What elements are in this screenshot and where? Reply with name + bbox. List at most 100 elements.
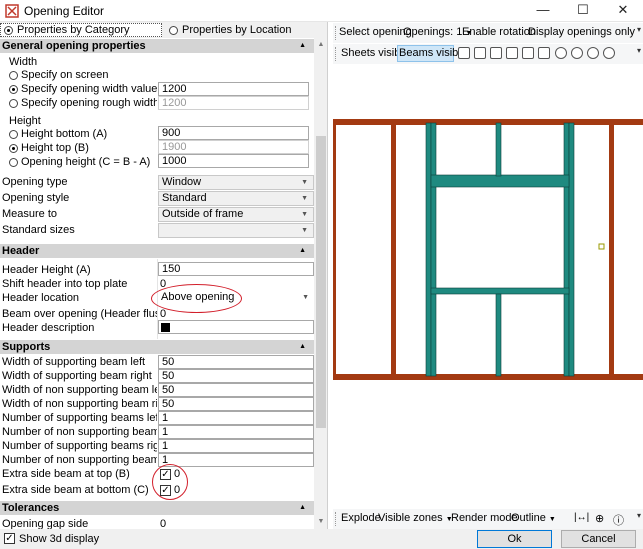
crosshair-icon[interactable]: ⊕: [595, 512, 604, 525]
support-row-label: Number of non supporting beams left (D2): [2, 426, 157, 438]
section-general[interactable]: General opening properties ▲: [0, 39, 314, 53]
info-icon[interactable]: ⓘ: [613, 512, 624, 528]
select-opening-button[interactable]: Select opening: [339, 26, 412, 38]
minimize-button[interactable]: —: [523, 0, 563, 22]
beams-visible-button[interactable]: Beams visible: [399, 47, 467, 59]
tab-label: Properties by Location: [182, 24, 292, 36]
opening-style-select[interactable]: Standard ▼: [158, 191, 314, 206]
non-supporting-beam-left: [430, 122, 437, 377]
height-bottom-input[interactable]: 900: [158, 126, 309, 140]
section-title: Supports: [2, 341, 51, 353]
view-back-icon[interactable]: [474, 47, 486, 59]
3d-viewport[interactable]: [333, 117, 643, 515]
vertical-scrollbar[interactable]: ▲ ▼: [314, 38, 327, 529]
visible-zones-label: Visible zones: [378, 512, 443, 524]
section-header[interactable]: Header ▲: [0, 244, 314, 258]
support-row-input[interactable]: 50: [158, 383, 314, 397]
view-left-icon[interactable]: [490, 47, 502, 59]
select-value: Standard: [162, 192, 207, 204]
radio-icon: [9, 70, 18, 80]
maximize-button[interactable]: ☐: [563, 0, 603, 22]
beam-over-value[interactable]: 0: [160, 308, 166, 320]
radio-label: Specify opening width value: [21, 83, 158, 95]
collapse-icon: ▲: [299, 504, 306, 511]
enable-rotation-button[interactable]: Enable rotation: [462, 26, 536, 38]
scroll-up-icon[interactable]: ▲: [314, 38, 327, 52]
radio-label: Height top (B): [21, 142, 89, 154]
top-plate: [333, 119, 643, 125]
iso-view-2-icon[interactable]: [571, 47, 583, 59]
measure-to-label: Measure to: [2, 208, 58, 220]
standard-sizes-select[interactable]: ▼: [158, 223, 314, 238]
stud-left: [333, 119, 336, 380]
support-row-input[interactable]: 1: [158, 453, 314, 467]
opening-style-label: Opening style: [2, 192, 70, 204]
color-swatch-icon: [161, 323, 170, 332]
gap-side-value[interactable]: 0: [160, 518, 166, 529]
radio-label: Height bottom (A): [21, 128, 108, 140]
section-title: General opening properties: [2, 40, 146, 52]
iso-view-1-icon[interactable]: [555, 47, 567, 59]
radio-height-top[interactable]: Height top (B): [9, 142, 89, 154]
ok-button[interactable]: Ok: [477, 530, 552, 548]
tab-label: Properties by Category: [17, 24, 130, 36]
toolbar-overflow-icon[interactable]: ▾: [637, 46, 641, 55]
radio-label: Specify opening rough width value: [21, 97, 157, 109]
scroll-down-icon[interactable]: ▼: [314, 515, 327, 529]
tab-properties-by-location[interactable]: Properties by Location: [166, 23, 326, 37]
width-value-input[interactable]: 1200: [158, 82, 309, 96]
iso-view-3-icon[interactable]: [587, 47, 599, 59]
support-row-input[interactable]: 1: [158, 411, 314, 425]
close-button[interactable]: ✕: [603, 0, 643, 22]
section-tolerances[interactable]: Tolerances ▲: [0, 501, 314, 515]
show-3d-checkbox[interactable]: ✓: [4, 533, 15, 544]
radio-height-bottom[interactable]: Height bottom (A): [9, 128, 107, 140]
support-row-input[interactable]: 1: [158, 439, 314, 453]
support-row-input[interactable]: 1: [158, 425, 314, 439]
chevron-down-icon: ▼: [548, 516, 556, 523]
support-row-input[interactable]: 50: [158, 355, 314, 369]
radio-specify-width-value[interactable]: Specify opening width value: [9, 83, 157, 95]
view-top-icon[interactable]: [522, 47, 534, 59]
radio-specify-on-screen[interactable]: Specify on screen: [9, 69, 108, 81]
visible-zones-dropdown[interactable]: Visible zones ▼: [378, 512, 453, 524]
toolbar-grip[interactable]: [335, 512, 338, 526]
toolbar-grip[interactable]: [335, 26, 338, 40]
view-bottom-icon[interactable]: [538, 47, 550, 59]
toolbar-bottom: Explode Visible zones ▼ Render mode Outl…: [333, 509, 643, 529]
chevron-down-icon: ▼: [301, 179, 308, 186]
toolbar-visibility: Sheets visible Beams visible ▾: [333, 44, 643, 64]
measure-icon[interactable]: |↔|: [574, 512, 589, 523]
header-description-input[interactable]: [158, 320, 314, 334]
radio-icon: [9, 129, 18, 139]
toolbar-overflow-icon[interactable]: ▾: [637, 25, 641, 34]
iso-view-4-icon[interactable]: [603, 47, 615, 59]
section-supports[interactable]: Supports ▲: [0, 340, 314, 354]
opening-type-select[interactable]: Window ▼: [158, 175, 314, 190]
toolbar-top: Select opening Openings: 1 ▼ Enable rota…: [333, 23, 643, 43]
stud: [391, 119, 396, 380]
radio-opening-height[interactable]: Opening height (C = B - A): [9, 156, 150, 168]
support-row-label: Number of supporting beams left (D1): [2, 412, 157, 424]
display-openings-only-button[interactable]: Display openings only: [528, 26, 635, 38]
header-height-input[interactable]: 150: [158, 262, 314, 276]
support-row-input[interactable]: 50: [158, 397, 314, 411]
collapse-icon: ▲: [299, 42, 306, 49]
support-row-input[interactable]: 50: [158, 369, 314, 383]
scrollbar-thumb[interactable]: [316, 136, 326, 428]
opening-height-input[interactable]: 1000: [158, 154, 309, 168]
radio-checked-icon: [4, 25, 13, 35]
support-row-label: Width of non supporting beam left: [2, 384, 157, 396]
view-right-icon[interactable]: [506, 47, 518, 59]
render-mode-select[interactable]: Outline ▼: [511, 512, 556, 524]
support-row-label: Number of supporting beams right (D2): [2, 440, 157, 452]
support-row-label: Number of non supporting beams right (D2…: [2, 454, 157, 466]
explode-button[interactable]: Explode: [341, 512, 381, 524]
toolbar-grip[interactable]: [335, 47, 338, 61]
toolbar-overflow-icon[interactable]: ▾: [637, 511, 641, 520]
cancel-button[interactable]: Cancel: [561, 530, 636, 548]
tab-properties-by-category[interactable]: Properties by Category: [0, 23, 162, 37]
view-front-icon[interactable]: [458, 47, 470, 59]
measure-to-select[interactable]: Outside of frame ▼: [158, 207, 314, 222]
radio-specify-rough-width[interactable]: Specify opening rough width value: [9, 97, 157, 109]
